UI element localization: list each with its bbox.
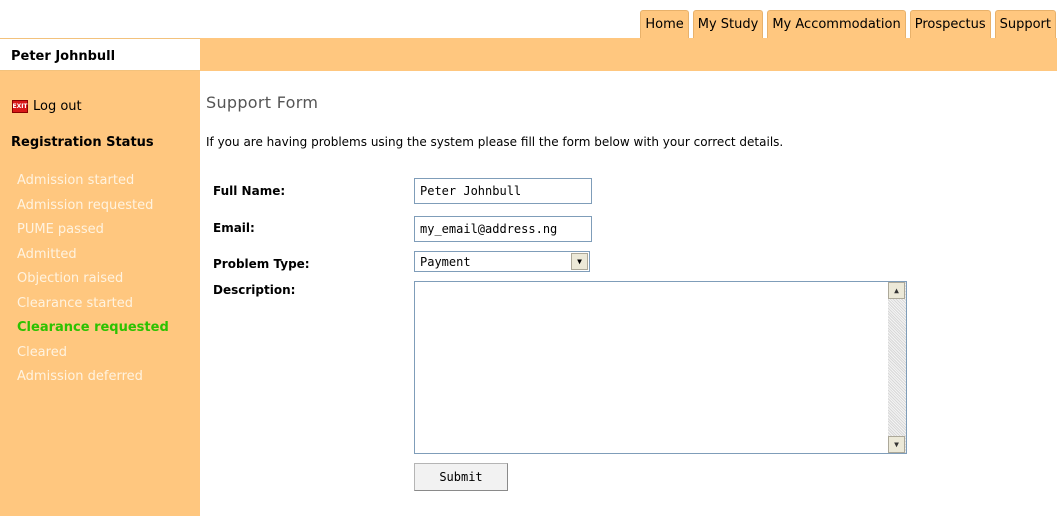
description-label: Description: (213, 283, 296, 297)
tab-prospectus[interactable]: Prospectus (909, 10, 991, 38)
submit-button[interactable]: Submit (414, 463, 508, 491)
status-item: PUME passed (17, 222, 104, 237)
full-name-label: Full Name: (213, 184, 286, 198)
email-input[interactable] (414, 216, 592, 242)
tab-home[interactable]: Home (640, 10, 689, 38)
email-label: Email: (213, 221, 255, 235)
problem-type-select[interactable]: Payment ▼ (414, 251, 590, 272)
status-item: Admission deferred (17, 369, 143, 384)
sidebar: EXIT Log out Registration Status Admissi… (0, 71, 200, 516)
page-title: Support Form (206, 93, 319, 112)
form-intro-text: If you are having problems using the sys… (206, 135, 784, 149)
problem-type-label: Problem Type: (213, 257, 310, 271)
exit-icon: EXIT (12, 100, 28, 113)
status-item: Admission requested (17, 197, 154, 213)
registration-status-title: Registration Status (11, 135, 154, 150)
status-item: Admitted (17, 246, 77, 262)
header-bar (200, 38, 1057, 71)
logout-link[interactable]: EXIT Log out (12, 99, 82, 114)
registration-status-list: Admission started Admission requested PUME… (17, 169, 169, 390)
status-item: Clearance started (17, 295, 134, 311)
status-item: Objection raised (17, 271, 124, 286)
user-name: Peter Johnbull (0, 38, 200, 71)
full-name-input[interactable] (414, 178, 592, 204)
problem-type-value: Payment (420, 254, 471, 269)
status-item: Cleared (17, 344, 67, 360)
logout-label: Log out (33, 99, 82, 114)
description-scrollbar[interactable]: ▲ ▼ (888, 282, 906, 453)
description-textarea[interactable]: ▲ ▼ (414, 281, 907, 454)
tab-support[interactable]: Support (994, 10, 1056, 38)
top-nav-tabs: Home My Study My Accommodation Prospectu… (636, 10, 1056, 38)
chevron-down-icon[interactable]: ▼ (571, 253, 588, 270)
scroll-down-icon[interactable]: ▼ (888, 436, 905, 453)
status-item: Admission started (17, 173, 135, 188)
tab-my-accommodation[interactable]: My Accommodation (767, 10, 906, 38)
scroll-up-icon[interactable]: ▲ (888, 282, 905, 299)
tab-my-study[interactable]: My Study (692, 10, 764, 38)
status-item: Clearance requested (17, 320, 169, 335)
